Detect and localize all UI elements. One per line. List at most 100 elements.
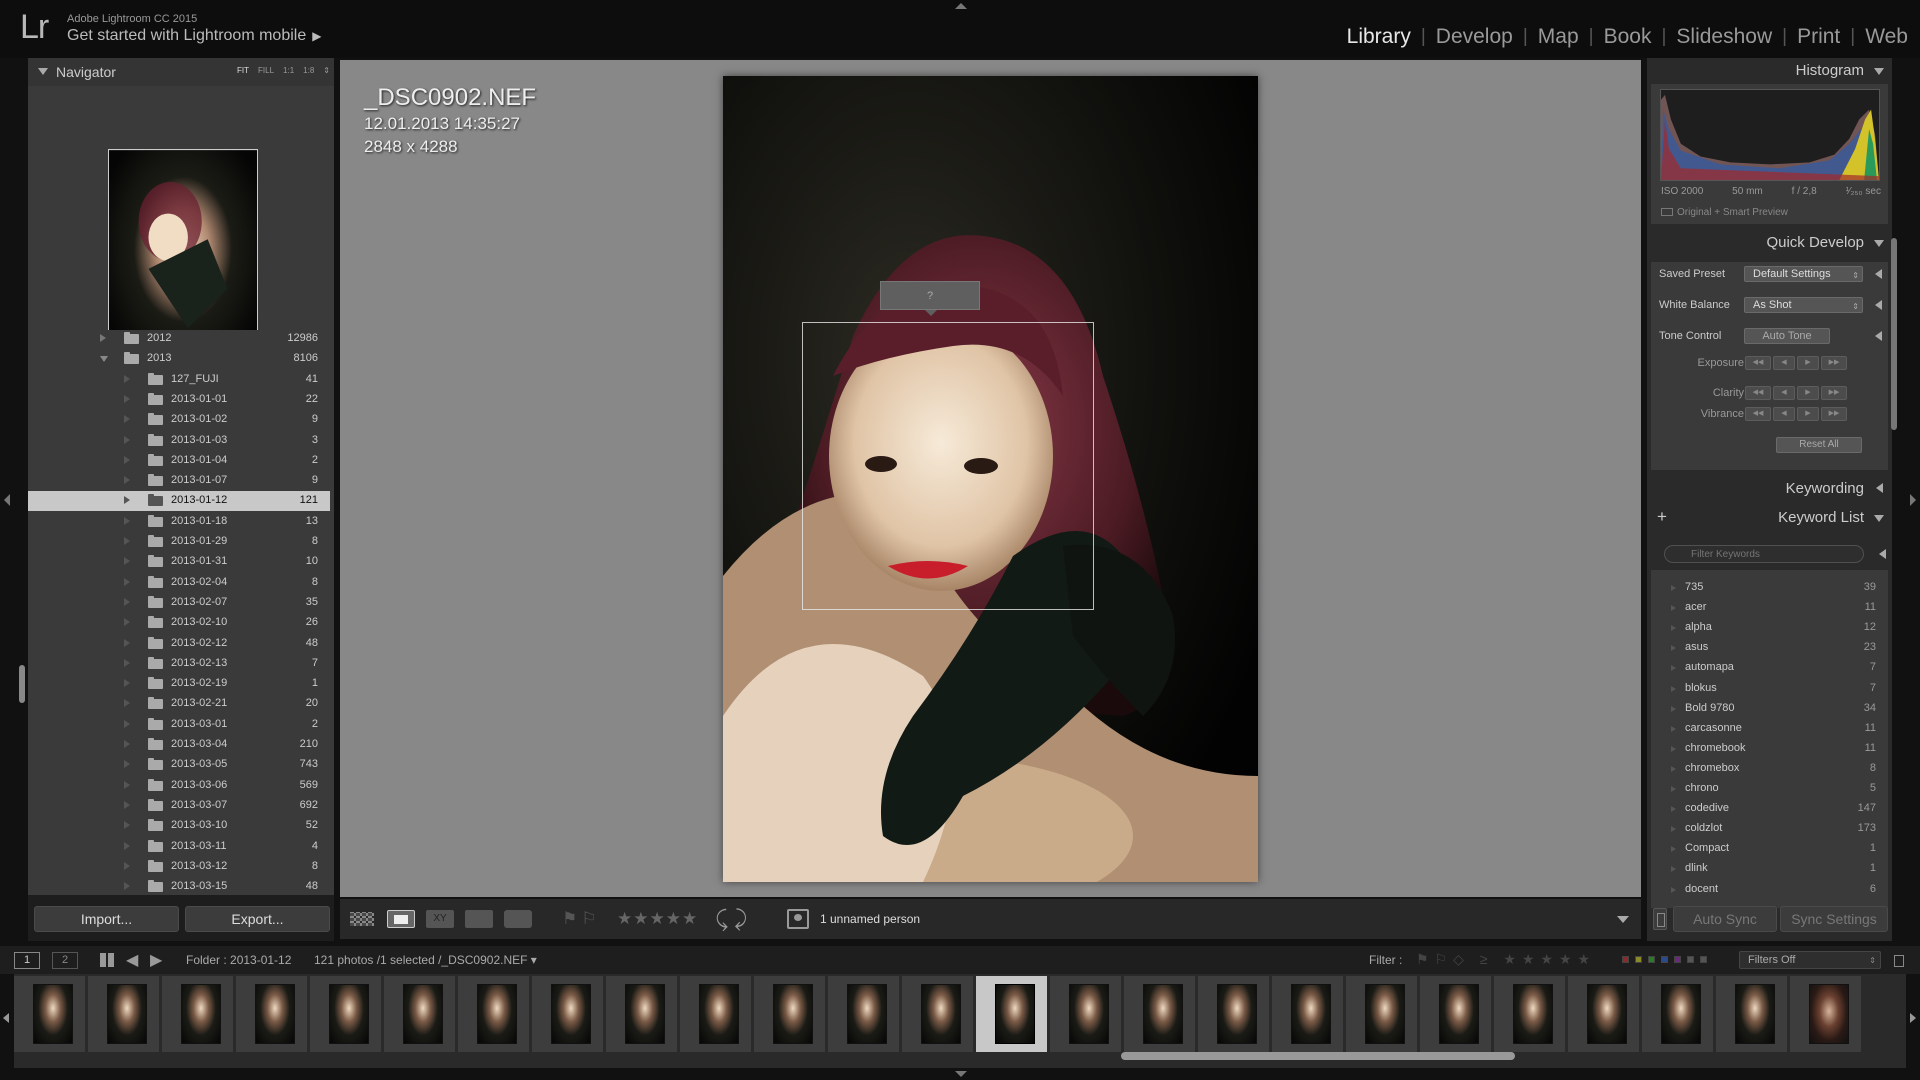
keyword-row[interactable]: chromebox 8 (1651, 759, 1888, 779)
rating-stars[interactable]: ★★★★★ (617, 909, 698, 929)
compare-view-icon[interactable]: XY (426, 910, 454, 928)
keyword-row[interactable]: Compact 1 (1651, 839, 1888, 859)
expand-triangle-icon[interactable] (1875, 269, 1882, 279)
filmstrip-thumbnail[interactable] (902, 976, 974, 1052)
filmstrip-thumbnail[interactable] (458, 976, 530, 1052)
saved-preset-select[interactable]: Default Settings ⇕ (1744, 266, 1863, 282)
keyword-row[interactable]: codedive 147 (1651, 799, 1888, 819)
disclosure-triangle-icon[interactable] (124, 374, 130, 383)
disclosure-triangle-icon[interactable] (1671, 665, 1676, 672)
auto-sync-switch[interactable] (1653, 908, 1667, 930)
folder-row[interactable]: 2013-01-02 9 (28, 410, 330, 430)
keyword-row[interactable]: acer 11 (1651, 598, 1888, 618)
add-keyword-icon[interactable]: + (1657, 507, 1667, 527)
keyword-row[interactable]: chrono 5 (1651, 779, 1888, 799)
zoom-fill[interactable]: FILL (258, 66, 274, 75)
folder-row[interactable]: 2013-03-11 4 (28, 837, 330, 857)
mobile-prompt[interactable]: Get started with Lightroom mobile ▶ (67, 27, 321, 45)
left-panel-scrollbar[interactable] (19, 665, 25, 703)
disclosure-triangle-icon[interactable] (1671, 705, 1676, 712)
color-label-icon[interactable] (1687, 956, 1694, 963)
disclosure-triangle-icon[interactable] (124, 435, 130, 444)
collapse-triangle-icon[interactable] (1874, 240, 1884, 247)
disclosure-triangle-icon[interactable] (100, 334, 106, 342)
toggle-filmstrip-icon[interactable] (955, 1071, 967, 1077)
collapse-triangle-icon[interactable] (1874, 68, 1884, 75)
filmstrip-scroll-right-icon[interactable] (1910, 1013, 1916, 1023)
filmstrip-thumbnail[interactable] (310, 976, 382, 1052)
filmstrip-thumbnail[interactable] (680, 976, 752, 1052)
folder-row[interactable]: 2013-01-04 2 (28, 451, 330, 471)
filmstrip-thumbnail[interactable] (1124, 976, 1196, 1052)
disclosure-triangle-icon[interactable] (124, 740, 130, 748)
disclosure-triangle-icon[interactable] (124, 638, 130, 647)
disclosure-triangle-icon[interactable] (124, 780, 130, 789)
keyword-row[interactable]: 735 39 (1651, 578, 1888, 598)
disclosure-triangle-icon[interactable] (1671, 585, 1676, 591)
disclosure-triangle-icon[interactable] (124, 861, 130, 870)
folder-row[interactable]: 2013-02-19 1 (28, 674, 330, 694)
disclosure-triangle-icon[interactable] (124, 719, 130, 728)
face-name-tag[interactable]: ? (880, 281, 980, 316)
filmstrip-thumbnail[interactable] (1494, 976, 1566, 1052)
exposure-inc-large[interactable]: ▶▶ (1821, 356, 1847, 370)
navigator-header[interactable]: Navigator FIT FILL 1:1 1:8 ⇕ (28, 58, 334, 86)
auto-sync-button[interactable]: Auto Sync (1673, 906, 1777, 932)
filmstrip-thumbnail[interactable] (532, 976, 604, 1052)
vibrance-dec-large[interactable]: ◀◀ (1745, 407, 1771, 421)
filmstrip-thumbnail[interactable] (976, 976, 1048, 1052)
disclosure-triangle-icon[interactable] (124, 760, 130, 769)
folder-row[interactable]: 2013-02-21 20 (28, 694, 330, 714)
keyword-row[interactable]: asus 23 (1651, 638, 1888, 658)
quick-develop-header[interactable]: Quick Develop (1647, 230, 1892, 256)
disclosure-triangle-icon[interactable] (124, 496, 130, 505)
disclosure-triangle-icon[interactable] (124, 394, 130, 403)
disclosure-triangle-icon[interactable] (124, 537, 130, 545)
folder-row[interactable]: 2013-02-04 8 (28, 573, 330, 593)
back-arrow-icon[interactable]: ◀ (126, 950, 138, 970)
color-label-icon[interactable] (1648, 956, 1655, 963)
folder-row[interactable]: 2013-03-05 743 (28, 755, 330, 775)
folder-row[interactable]: 2013-03-10 52 (28, 816, 330, 836)
folder-row[interactable]: 2013-03-07 692 (28, 796, 330, 816)
disclosure-triangle-icon[interactable] (124, 618, 130, 627)
keyword-row[interactable]: alpha 12 (1651, 618, 1888, 638)
disclosure-triangle-icon[interactable] (124, 597, 130, 606)
second-window-button[interactable]: 2 (52, 952, 78, 969)
expand-triangle-icon[interactable] (1876, 483, 1883, 493)
disclosure-triangle-icon[interactable] (1671, 846, 1676, 853)
loupe-view[interactable]: _DSC0902.NEF 12.01.2013 14:35:27 2848 x … (340, 60, 1641, 897)
folder-row[interactable]: 2013-01-12 121 (28, 491, 330, 512)
survey-view-icon[interactable] (465, 910, 493, 928)
keyword-filter-input[interactable] (1664, 545, 1864, 563)
main-window-button[interactable]: 1 (14, 952, 40, 969)
module-print[interactable]: Print (1787, 25, 1850, 49)
color-label-icon[interactable] (1661, 956, 1668, 963)
folder-row[interactable]: 2013-01-18 13 (28, 512, 330, 532)
color-label-icon[interactable] (1674, 956, 1681, 963)
histogram-graph[interactable] (1660, 89, 1880, 181)
zoom-1-1[interactable]: 1:1 (283, 66, 294, 75)
disclosure-triangle-icon[interactable] (1671, 685, 1676, 692)
filmstrip-thumbnail[interactable] (828, 976, 900, 1052)
folder-row[interactable]: 2013-02-10 26 (28, 613, 330, 633)
disclosure-triangle-icon[interactable] (124, 658, 130, 667)
toggle-top-panel-icon[interactable] (955, 3, 967, 9)
color-label-icon[interactable] (1635, 956, 1642, 963)
disclosure-triangle-icon[interactable] (1671, 745, 1676, 752)
filmstrip-thumbnail[interactable] (1346, 976, 1418, 1052)
mobile-prompt-text[interactable]: Get started with Lightroom mobile (67, 27, 306, 44)
module-develop[interactable]: Develop (1426, 25, 1523, 49)
filmstrip-thumbnail[interactable] (1272, 976, 1344, 1052)
filmstrip-thumbnail[interactable] (1420, 976, 1492, 1052)
exposure-dec[interactable]: ◀ (1773, 356, 1795, 370)
folder-row[interactable]: 2013-01-07 9 (28, 471, 330, 491)
folder-row[interactable]: 2013-03-04 210 (28, 735, 330, 755)
folder-row[interactable]: 2013-03-15 48 (28, 877, 330, 895)
disclosure-triangle-icon[interactable] (124, 516, 130, 525)
people-view-icon[interactable] (504, 910, 532, 928)
clarity-dec-large[interactable]: ◀◀ (1745, 386, 1771, 400)
folder-row[interactable]: 2013 8106 (28, 349, 330, 369)
disclosure-triangle-icon[interactable] (124, 821, 130, 830)
loupe-view-icon[interactable] (387, 910, 415, 928)
